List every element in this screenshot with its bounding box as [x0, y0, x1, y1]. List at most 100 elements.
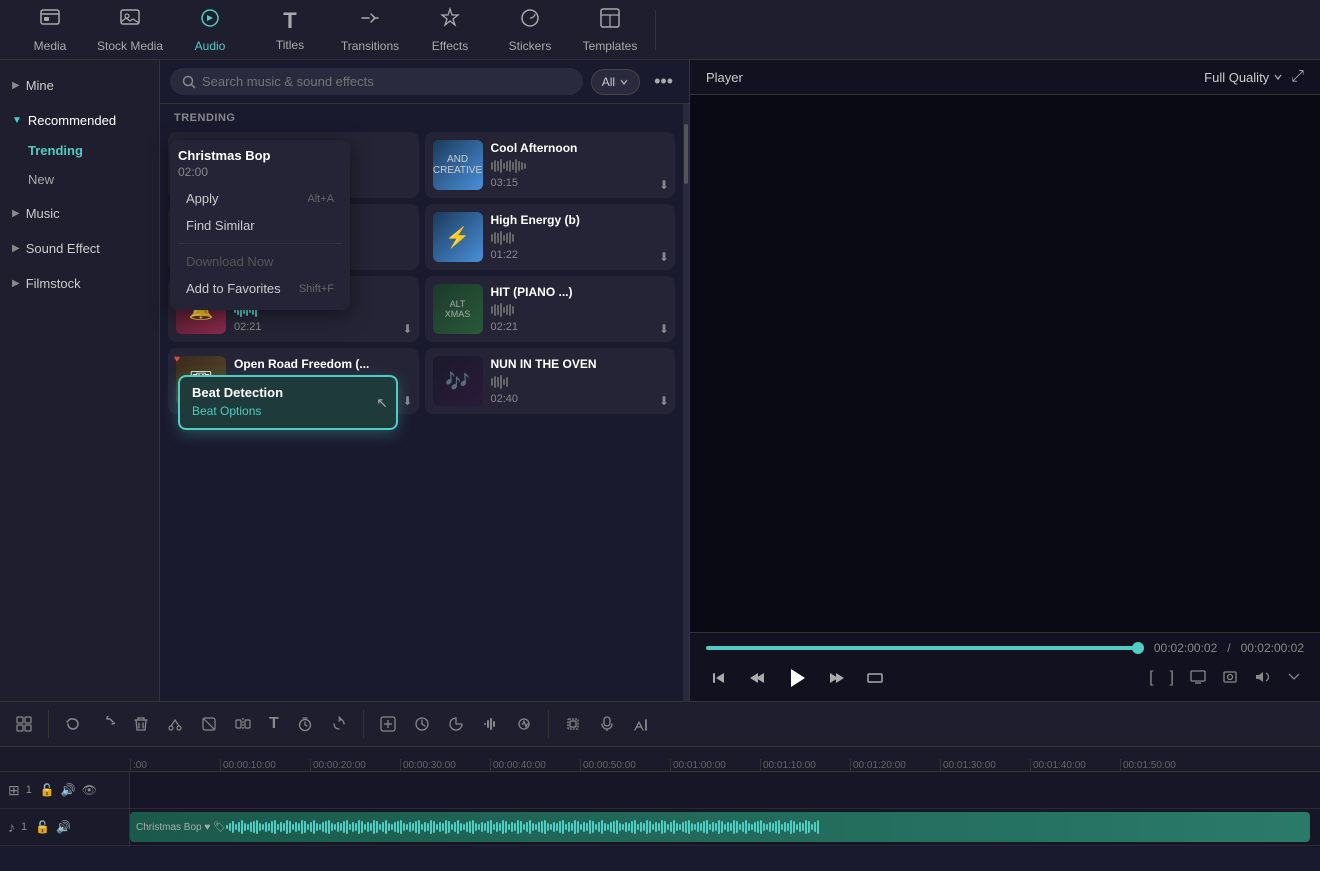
player-header: Player Full Quality ⤢ [690, 60, 1320, 95]
rotate-button[interactable] [325, 710, 353, 738]
transitions-icon [359, 7, 381, 35]
audio-track-icon: ♪ [8, 819, 15, 835]
search-input[interactable] [202, 74, 571, 89]
sidebar-category-recommended[interactable]: ▼ Recommended [0, 105, 159, 136]
context-menu-add-favorites[interactable]: Add to Favorites Shift+F [178, 275, 342, 302]
toolbar-item-media[interactable]: Media [10, 2, 90, 57]
more-options-button[interactable]: ••• [648, 69, 679, 94]
audio-card-info-altchristmas: HIT (PIANO ...) 02:21 [491, 285, 668, 333]
quality-selector[interactable]: Full Quality [1204, 70, 1283, 85]
split-button[interactable] [229, 710, 257, 738]
transform-button[interactable] [559, 710, 587, 738]
progress-thumb[interactable] [1132, 642, 1144, 654]
download-icon[interactable]: ⬇ [659, 322, 669, 336]
sidebar-section-sound-effect: ▶ Sound Effect [0, 233, 159, 264]
volume-track-icon[interactable]: 🔊 [61, 783, 76, 797]
controls-row: [ ] [706, 663, 1304, 693]
eye-icon[interactable]: 👁 [82, 783, 97, 797]
progress-track[interactable] [706, 646, 1144, 650]
monitor-button[interactable] [1188, 667, 1208, 690]
crop-button[interactable] [1284, 667, 1304, 690]
audio-card-high-energy[interactable]: ⚡ High Energy (b) 01:22 ⬇ [425, 204, 676, 270]
bracket-right-button[interactable]: ] [1168, 667, 1176, 689]
color-button[interactable] [442, 710, 470, 738]
voice-button[interactable] [593, 710, 621, 738]
waveform [491, 302, 668, 318]
undo-button[interactable] [59, 710, 87, 738]
text-button[interactable]: T [263, 709, 285, 739]
redo-button[interactable] [93, 710, 121, 738]
lock-icon[interactable]: 🔓 [40, 783, 55, 797]
sidebar-category-mine[interactable]: ▶ Mine [0, 70, 159, 101]
beat-detection-popup: Beat Detection Beat Options ↖ [178, 375, 398, 430]
maximize-button[interactable]: ⤢ [1291, 68, 1304, 86]
no-cut-button[interactable] [195, 710, 223, 738]
download-icon[interactable]: ⬇ [659, 394, 669, 408]
speed-button[interactable] [408, 710, 436, 738]
beat-options-label: Beat Options [192, 404, 384, 418]
scroll-indicator[interactable] [683, 104, 689, 701]
chevron-down-icon [619, 77, 629, 87]
audio-card-duration: 02:40 [491, 393, 668, 405]
download-icon[interactable]: ⬇ [659, 178, 669, 192]
audio-lock-icon[interactable]: 🔓 [35, 820, 50, 834]
ruler-mark: 00:00:50:00 [580, 759, 670, 771]
toolbar-item-stickers[interactable]: Stickers [490, 2, 570, 57]
audio-thumb-cool-afternoon: AND CREATIVE [433, 140, 483, 190]
context-menu-apply[interactable]: Apply Alt+A [178, 185, 342, 212]
audio-card-nun-oven[interactable]: 🎶 NUN IN THE OVEN 02:40 ⬇ [425, 348, 676, 414]
audio-mute-icon[interactable]: 🔊 [56, 820, 71, 834]
context-menu-download-now: Download Now [178, 248, 342, 275]
filmstock-arrow-icon: ▶ [12, 278, 20, 289]
add-media-button[interactable] [374, 710, 402, 738]
volume-button[interactable] [1252, 667, 1272, 690]
toolbar-item-audio[interactable]: Audio [170, 2, 250, 57]
bracket-left-button[interactable]: [ [1147, 667, 1155, 689]
ai-button[interactable] [627, 710, 655, 738]
toolbar-item-stock-media[interactable]: Stock Media [90, 2, 170, 57]
quality-label: Full Quality [1204, 70, 1269, 85]
cursor-pointer-icon: ↖ [376, 394, 388, 411]
ruler-mark: 00:01:30:00 [940, 759, 1030, 771]
context-menu-find-similar[interactable]: Find Similar [178, 212, 342, 239]
sidebar-category-sound-effect[interactable]: ▶ Sound Effect [0, 233, 159, 264]
skip-back-button[interactable] [706, 665, 732, 691]
timer-button[interactable] [291, 710, 319, 738]
waveform [491, 230, 668, 246]
add-favorites-label: Add to Favorites [186, 281, 281, 296]
search-input-wrap[interactable] [170, 68, 583, 95]
cut-button[interactable] [161, 710, 189, 738]
toolbar-item-templates[interactable]: Templates [570, 2, 650, 57]
progress-bar-wrap: 00:02:00:02 / 00:02:00:02 [706, 641, 1304, 655]
toolbar-item-transitions[interactable]: Transitions [330, 2, 410, 57]
fullscreen-button[interactable] [862, 665, 888, 691]
sidebar-category-music[interactable]: ▶ Music [0, 198, 159, 229]
beat-detection-title: Beat Detection [192, 385, 384, 400]
download-icon[interactable]: ⬇ [402, 322, 412, 336]
sidebar-item-new[interactable]: New [0, 165, 159, 194]
delete-button[interactable] [127, 710, 155, 738]
sidebar-filmstock-label: Filmstock [26, 276, 81, 291]
download-icon[interactable]: ⬇ [659, 250, 669, 264]
layout-button[interactable] [10, 710, 38, 738]
progress-fill [706, 646, 1144, 650]
waveform [491, 374, 668, 390]
toolbar-item-effects[interactable]: Effects [410, 2, 490, 57]
beat-edit-button[interactable] [510, 710, 538, 738]
screenshot-button[interactable] [1220, 667, 1240, 690]
sidebar-item-trending[interactable]: Trending [0, 136, 159, 165]
frame-back-button[interactable] [744, 665, 770, 691]
filter-pill[interactable]: All [591, 69, 640, 95]
audio-edit-button[interactable] [476, 710, 504, 738]
ruler-mark: :00 [130, 759, 220, 771]
play-button[interactable] [782, 663, 812, 693]
audio-card-duration: 01:22 [491, 249, 668, 261]
audio-card-alt-christmas[interactable]: ALTXMAS HIT (PIANO ...) 02:21 ⬇ [425, 276, 676, 342]
toolbar-item-titles[interactable]: T Titles [250, 2, 330, 57]
download-icon[interactable]: ⬇ [402, 394, 412, 408]
apply-label: Apply [186, 191, 219, 206]
audio-card-cool-afternoon[interactable]: AND CREATIVE Cool Afternoon 03:15 ⬇ [425, 132, 676, 198]
frame-forward-button[interactable] [824, 665, 850, 691]
audio-track-clip[interactable]: Christmas Bop ♥ 🏷 (function() { const he… [130, 812, 1310, 842]
sidebar-category-filmstock[interactable]: ▶ Filmstock [0, 268, 159, 299]
